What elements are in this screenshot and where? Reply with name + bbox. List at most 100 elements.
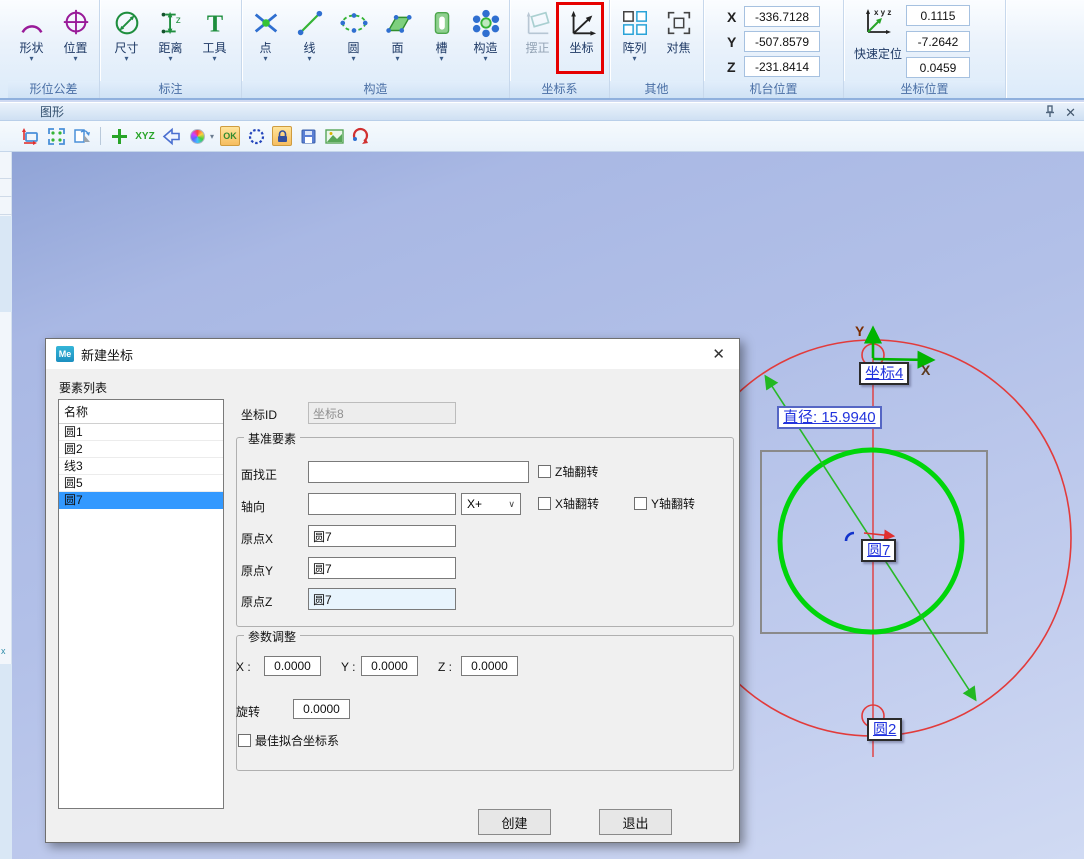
ribbon-button-slot[interactable]: 槽 ▾ [420,2,464,81]
graphics-panel-header: 图形 ✕ [0,102,1084,121]
param-z-field[interactable] [461,656,518,676]
pin-icon[interactable] [1045,105,1055,121]
svg-text:x y z: x y z [874,8,891,17]
diameter-label[interactable]: 直径: 15.9940 [777,406,882,429]
ribbon-button-dimension[interactable]: 尺寸 ▾ [105,2,149,81]
graphics-panel-title: 图形 [40,103,64,120]
ribbon-button-shape[interactable]: 形状 ▾ [10,2,54,81]
machine-z-value: -231.8414 [744,56,820,77]
arc-shape-icon [15,5,49,41]
zoom-extents-icon[interactable] [46,126,66,146]
pan-view-icon[interactable] [20,126,40,146]
ribbon-button-coordinate[interactable]: 坐标 [560,2,604,81]
target-icon [59,5,93,41]
ribbon-button-point[interactable]: 点 ▾ [244,2,288,81]
ribbon-button-focus[interactable]: 对焦 [657,2,701,81]
exit-button[interactable]: 退出 [599,809,672,835]
ribbon-button-line[interactable]: 线 ▾ [288,2,332,81]
face-align-field[interactable] [308,461,529,483]
coord-x-value: 0.1115 [906,5,970,26]
graphics-toolbar: XYZ ▾ OK [0,121,1084,152]
best-fit-checkbox[interactable]: 最佳拟合坐标系 [238,732,339,749]
new-coordinate-dialog: Me 新建坐标 ✕ 要素列表 名称 圆1 圆2 线3 圆5 圆7 坐标ID 基准… [45,338,740,843]
add-point-icon[interactable] [109,126,129,146]
align-icon [521,5,555,41]
ribbon-button-position[interactable]: 位置 ▾ [54,2,98,81]
x-axis-label: X [921,362,931,378]
list-item-selected[interactable]: 圆7 [59,492,223,509]
param-x-field[interactable] [264,656,321,676]
flip-x-checkbox[interactable]: X轴翻转 [538,495,599,512]
ribbon-group-caption: 坐标位置 [844,81,1005,98]
circle7-label[interactable]: 圆7 [861,539,896,562]
flip-z-checkbox[interactable]: Z轴翻转 [538,463,598,480]
ribbon-group-caption: 坐标系 [510,81,609,98]
list-item[interactable]: 圆5 [59,475,223,492]
ribbon-button-array[interactable]: 阵列 ▾ [613,2,657,81]
xyz-display-icon[interactable]: XYZ [135,126,155,146]
construct-cluster-icon [469,5,503,41]
create-button[interactable]: 创建 [478,809,551,835]
dropdown-arrow-icon: ▾ [632,55,636,63]
collapsed-panel-rail[interactable]: x [0,152,12,859]
dialog-titlebar[interactable]: Me 新建坐标 ✕ [46,339,739,369]
ribbon: 形状 ▾ 位置 ▾ 形位公差 尺寸 ▾ z 距离 [0,0,1084,100]
coord4-label[interactable]: 坐标4 [859,362,909,385]
selection-circle-icon[interactable] [246,126,266,146]
select-arrow-icon[interactable] [161,126,181,146]
chevron-down-icon: ∨ [508,499,515,510]
list-item[interactable]: 圆2 [59,441,223,458]
rotate-view-icon[interactable] [350,126,370,146]
machine-z-row: Z -231.8414 [727,56,820,77]
image-icon[interactable] [324,126,344,146]
close-icon[interactable]: ✕ [1065,105,1076,121]
color-wheel-icon[interactable] [187,126,207,146]
list-item[interactable]: 圆1 [59,424,223,441]
ribbon-group-coordinate-system: 摆正 坐标 坐标系 [510,0,610,98]
slot-icon [425,5,459,41]
origin-y-field[interactable] [308,557,456,579]
dropdown-arrow-icon[interactable]: ▾ [210,132,214,141]
view-flip-icon[interactable] [72,126,92,146]
ribbon-group-machine-position: X -336.7128 Y -507.8579 Z -231.8414 机台位置 [704,0,844,98]
dropdown-arrow-icon: ▾ [351,55,355,63]
quick-locate-button[interactable]: x y z 快速定位 [854,6,902,81]
rotate-label: 旋转 [236,703,260,720]
toolbar-separator [100,127,101,145]
ribbon-button-construct[interactable]: 构造 ▾ [464,2,508,81]
origin-z-field[interactable] [308,588,456,610]
element-list[interactable]: 名称 圆1 圆2 线3 圆5 圆7 [58,399,224,809]
ribbon-button-distance[interactable]: z 距离 ▾ [149,2,193,81]
line-icon [293,5,327,41]
ribbon-button-tool[interactable]: T 工具 ▾ [193,2,237,81]
focus-bracket-icon [662,5,696,41]
dropdown-arrow-icon: ▾ [124,55,128,63]
rail-tab-icon[interactable]: x [1,646,6,656]
save-icon[interactable] [298,126,318,146]
circle2-label[interactable]: 圆2 [867,718,902,741]
flip-y-checkbox[interactable]: Y轴翻转 [634,495,695,512]
list-item[interactable]: 线3 [59,458,223,475]
dialog-close-icon[interactable]: ✕ [708,345,729,363]
ribbon-button-plane[interactable]: 面 ▾ [376,2,420,81]
param-y-field[interactable] [361,656,418,676]
lock-toggle[interactable] [272,126,292,146]
axis-direction-select[interactable]: X+ ∨ [461,493,521,515]
ribbon-button-align: 摆正 [516,2,560,81]
coord-id-label: 坐标ID [241,406,277,423]
origin-y-label: 原点Y [241,562,273,579]
machine-x-value: -336.7128 [744,6,820,27]
rotate-field[interactable] [293,699,350,719]
dropdown-arrow-icon: ▾ [439,55,443,63]
ribbon-group-caption: 构造 [242,81,509,98]
element-list-label: 要素列表 [59,379,107,396]
origin-x-field[interactable] [308,525,456,547]
ok-toggle[interactable]: OK [220,126,240,146]
ribbon-button-circle[interactable]: 圆 ▾ [332,2,376,81]
axis-direction-label: 轴向 [241,498,265,515]
coord-id-field [308,402,456,424]
dropdown-arrow-icon: ▾ [307,55,311,63]
ribbon-group-caption: 标注 [100,81,241,98]
axis-field[interactable] [308,493,456,515]
ribbon-group-other: 阵列 ▾ 对焦 其他 [610,0,704,98]
